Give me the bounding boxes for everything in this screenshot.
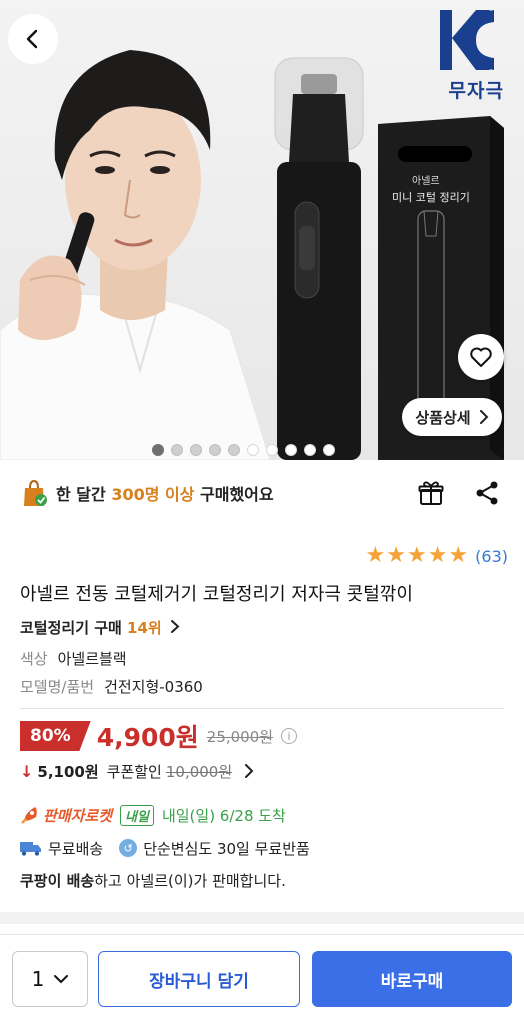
box-brand-text: 아넬르 <box>412 176 440 187</box>
purchase-count-prefix: 한 달간 <box>56 485 112 504</box>
option-label: 모델명/품번 <box>20 678 95 696</box>
return-policy-text: 단순변심도 30일 무료반품 <box>143 839 310 858</box>
chevron-right-icon <box>170 620 180 633</box>
shopping-bag-check-icon <box>24 479 47 506</box>
carousel-dot[interactable] <box>266 444 278 456</box>
rocket-delivery-label: 판매자로켓 <box>43 806 113 825</box>
coupon-label: 쿠폰할인 <box>106 762 162 781</box>
seller-delivery-bold: 쿠팡이 배송 <box>20 872 95 890</box>
option-label: 색상 <box>20 650 48 668</box>
option-value: 건전지형-0360 <box>104 678 203 696</box>
model-photo <box>0 50 271 460</box>
rank-value: 14위 <box>127 619 162 637</box>
section-divider <box>0 912 524 924</box>
coupon-discount-row[interactable]: ↓ 5,100원 쿠폰할인 10,000원 <box>20 759 254 783</box>
coupon-price: 5,100원 <box>37 762 99 781</box>
purchase-count-highlight: 300명 이상 <box>111 485 195 504</box>
box-product-text: 미니 코털 정리기 <box>392 191 470 204</box>
carousel-dot[interactable] <box>190 444 202 456</box>
chevron-left-icon <box>26 29 38 49</box>
star-icon: ★ <box>427 543 448 568</box>
arrival-date: 내일(일) 6/28 도착 <box>161 806 286 825</box>
option-color-row: 색상 아넬르블랙 <box>20 648 127 669</box>
price-row: 80% 4,900원 25,000원 i <box>20 719 298 753</box>
quantity-select[interactable]: 1 <box>12 951 88 1007</box>
add-to-cart-button[interactable]: 장바구니 담기 <box>98 951 300 1007</box>
purchase-action-bar: 1 장바구니 담기 바로구매 <box>0 934 524 1024</box>
return-icon: ↺ <box>119 839 138 857</box>
carousel-dot[interactable] <box>228 444 240 456</box>
seller-info: 쿠팡이 배송하고 아넬르(이)가 판매합니다. <box>20 870 286 891</box>
tomorrow-badge: 내일 <box>120 804 154 826</box>
heart-icon <box>470 347 492 367</box>
carousel-dot[interactable] <box>171 444 183 456</box>
purchase-count-suffix: 구매했어요 <box>194 485 274 504</box>
carousel-indicator <box>152 444 335 456</box>
product-detail-button[interactable]: 상품상세 <box>402 398 502 436</box>
carousel-dot[interactable] <box>323 444 335 456</box>
coupon-original-price: 10,000원 <box>165 762 233 781</box>
product-detail-label: 상품상세 <box>415 408 471 427</box>
carousel-dot[interactable] <box>247 444 259 456</box>
star-icon: ★ <box>448 543 469 568</box>
rating-summary[interactable]: ★ ★ ★ ★ ★ (63) <box>365 545 508 567</box>
purchase-count-text: 한 달간 300명 이상 구매했어요 <box>56 481 274 505</box>
option-model-row: 모델명/품번 건전지형-0360 <box>20 676 203 697</box>
seller-text: 하고 아넬르(이)가 판매합니다. <box>94 872 286 890</box>
rank-prefix: 코털정리기 구매 <box>20 619 128 637</box>
chevron-down-icon <box>54 975 69 984</box>
star-icon: ★ <box>386 543 406 568</box>
free-shipping-text: 무료배송 <box>48 839 104 858</box>
buy-now-button[interactable]: 바로구매 <box>312 951 512 1007</box>
truck-icon <box>20 842 41 856</box>
product-title: 아넬르 전동 코털제거기 코털정리기 저자극 콧털깎이 <box>20 584 413 605</box>
star-icon: ★ <box>406 543 427 568</box>
shipping-return-row: 무료배송 ↺ 단순변심도 30일 무료반품 <box>20 835 310 861</box>
share-icon[interactable] <box>474 480 500 506</box>
delivery-row: 판매자로켓 내일 내일(일) 6/28 도착 <box>20 802 286 828</box>
carousel-dot[interactable] <box>304 444 316 456</box>
arrow-down-icon: ↓ <box>20 761 34 781</box>
kc-mark-text: 무자극 <box>448 80 504 102</box>
original-price: 25,000원 <box>206 727 274 746</box>
back-button[interactable] <box>8 14 58 64</box>
chevron-right-icon <box>245 764 254 778</box>
star-icon: ★ <box>365 543 386 568</box>
rocket-icon <box>21 807 37 824</box>
category-rank-link[interactable]: 코털정리기 구매 14위 <box>20 617 180 638</box>
carousel-dot[interactable] <box>209 444 221 456</box>
carousel-dot[interactable] <box>152 444 164 456</box>
product-image-carousel[interactable]: 아넬르 미니 코털 정리기 무자극 상품상세 <box>0 0 524 460</box>
quantity-value: 1 <box>31 967 45 991</box>
wishlist-button[interactable] <box>458 334 504 380</box>
sale-price: 4,900원 <box>96 723 199 752</box>
discount-badge: 80% <box>20 721 91 751</box>
review-count[interactable]: (63) <box>475 547 508 566</box>
info-icon[interactable]: i <box>281 728 298 744</box>
product-device-image <box>274 57 364 460</box>
gift-icon[interactable] <box>418 480 444 506</box>
option-value: 아넬르블랙 <box>57 650 127 668</box>
carousel-dot[interactable] <box>285 444 297 456</box>
divider <box>20 708 504 709</box>
chevron-right-icon <box>479 410 489 424</box>
